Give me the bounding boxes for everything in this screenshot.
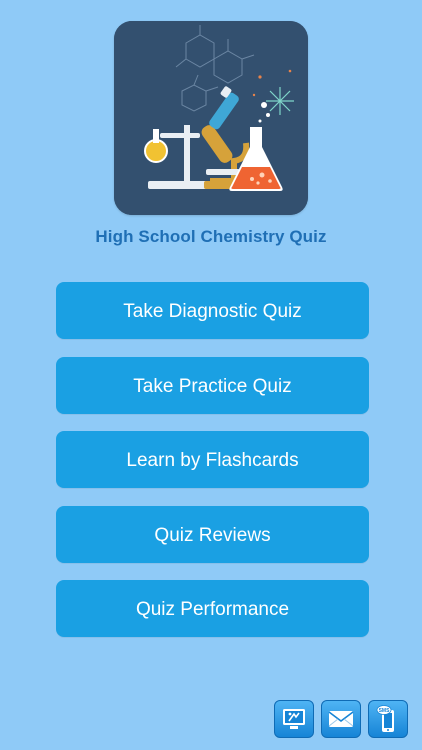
share-bar: SMS <box>274 700 408 738</box>
sms-button[interactable]: SMS <box>368 700 408 738</box>
share-app-icon <box>283 709 305 729</box>
chemistry-lab-icon <box>114 21 308 215</box>
main-menu: Take Diagnostic Quiz Take Practice Quiz … <box>56 282 369 655</box>
home-screen: High School Chemistry Quiz Take Diagnost… <box>0 0 422 750</box>
quiz-reviews-button[interactable]: Quiz Reviews <box>56 505 369 563</box>
take-diagnostic-quiz-button[interactable]: Take Diagnostic Quiz <box>56 282 369 339</box>
mail-button[interactable] <box>321 700 361 738</box>
sms-icon: SMS <box>376 705 394 732</box>
sms-label: SMS <box>379 708 391 714</box>
app-title: High School Chemistry Quiz <box>95 227 327 246</box>
take-practice-quiz-button[interactable]: Take Practice Quiz <box>56 356 369 414</box>
quiz-performance-button[interactable]: Quiz Performance <box>56 580 369 637</box>
share-app-button[interactable] <box>274 700 314 738</box>
learn-by-flashcards-button[interactable]: Learn by Flashcards <box>56 431 369 488</box>
mail-icon <box>328 711 354 727</box>
